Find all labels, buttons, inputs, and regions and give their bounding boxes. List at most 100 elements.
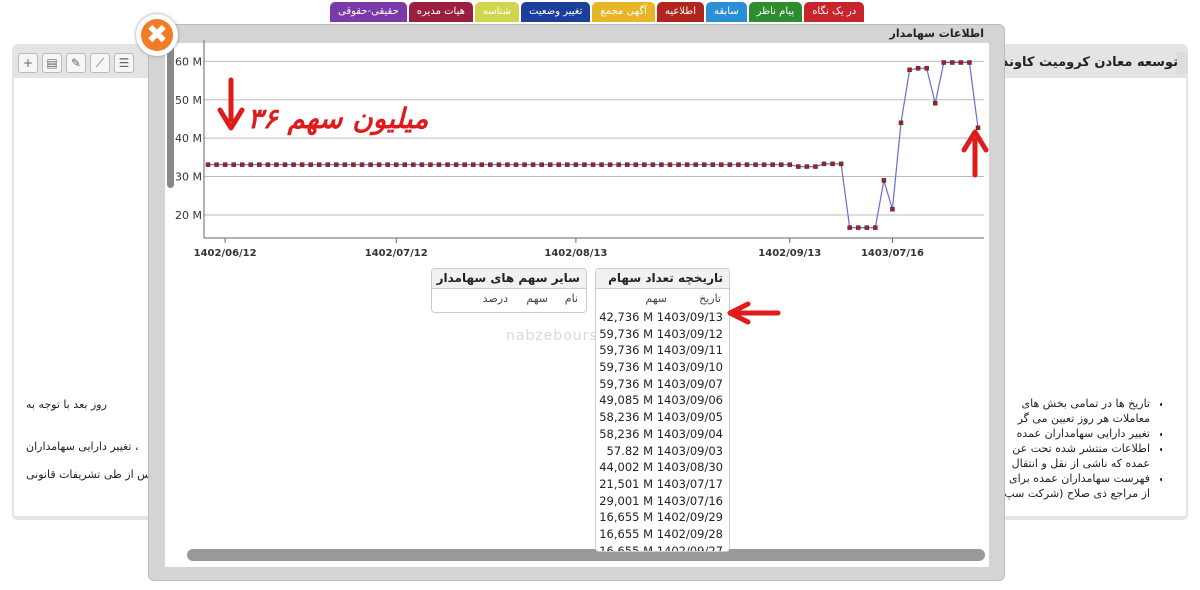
document-icon[interactable]: ▤	[42, 53, 62, 73]
data-point	[402, 162, 408, 167]
note-item: تغییر دارایی سهامداران عمده	[982, 426, 1150, 441]
data-point	[744, 162, 750, 167]
data-point	[582, 162, 587, 167]
horizontal-scrollbar[interactable]	[187, 549, 985, 561]
row-shares: 59,736 M	[599, 343, 654, 358]
data-point	[941, 60, 947, 65]
row-shares: 58,236 M	[599, 426, 654, 441]
screen: { "tabs": [ {"label": "در یک نگاه", "col…	[0, 0, 1200, 590]
tab-0[interactable]: در یک نگاه	[804, 2, 865, 22]
chart-icon[interactable]: ⟋	[90, 53, 110, 73]
row-date: 1403/09/12	[653, 326, 723, 341]
modal-title: اطلاعات سهامدار	[889, 27, 985, 40]
y-tick-label: 20 M	[175, 209, 202, 222]
data-point	[624, 162, 630, 167]
data-point	[274, 162, 279, 167]
data-point	[428, 162, 433, 167]
tab-3[interactable]: اطلاعیه	[656, 2, 705, 22]
data-point	[470, 162, 476, 167]
other-shares-table: سایر سهم های سهامدار عمده نام سهم درصد	[431, 268, 587, 313]
row-shares: 29,001 M	[599, 493, 654, 508]
note-item: فهرست سهامداران عمده برای	[982, 471, 1150, 486]
data-point	[231, 162, 236, 167]
data-point	[676, 162, 681, 167]
data-point	[907, 67, 912, 73]
left-note-3: س از طی تشریفات قانونی	[26, 468, 151, 481]
row-shares: 49,085 M	[599, 393, 654, 408]
data-point	[393, 162, 399, 167]
tab-5[interactable]: تغییر وضعیت	[521, 2, 591, 22]
row-shares: 44,002 M	[599, 460, 654, 475]
edit-icon[interactable]: ✎	[66, 53, 86, 73]
data-point	[787, 162, 793, 167]
data-point	[736, 162, 741, 167]
row-date: 1402/09/28	[653, 526, 723, 541]
col-shares: سهم	[645, 292, 667, 305]
row-shares: 21,501 M	[599, 476, 654, 491]
row-shares: 16,655 M	[599, 526, 654, 541]
y-tick-label: 40 M	[175, 132, 202, 145]
data-point	[873, 225, 878, 230]
data-point	[385, 162, 390, 167]
data-point	[539, 162, 544, 167]
table-row: 59,736 M 1403/09/07	[596, 376, 729, 393]
x-tick-label: 1403/07/16	[861, 248, 924, 259]
data-point	[821, 161, 827, 167]
tab-4[interactable]: آگهی مجمع	[592, 2, 655, 22]
data-point	[778, 162, 784, 167]
row-shares: 57.82 M	[606, 443, 654, 458]
other-table-header: نام سهم درصد	[432, 289, 586, 309]
data-point	[684, 162, 690, 167]
data-point	[376, 162, 382, 167]
data-point	[727, 162, 733, 167]
add-icon[interactable]: +	[18, 53, 38, 73]
data-point	[214, 162, 219, 167]
close-icon[interactable]: ✖	[141, 19, 173, 51]
data-point	[445, 162, 450, 167]
data-point	[308, 162, 313, 167]
table-row: 44,002 M 1403/08/30	[596, 459, 729, 476]
background-toolbar: + ▤ ✎ ⟋ ☰	[18, 53, 134, 73]
watermark: nabzebourse	[506, 328, 608, 344]
row-shares: 59,736 M	[599, 376, 654, 391]
col-percent: درصد	[482, 292, 508, 305]
tab-1[interactable]: پیام ناظر	[748, 2, 803, 22]
data-point	[411, 162, 416, 167]
data-point	[607, 162, 613, 167]
row-date: 1403/09/10	[653, 360, 723, 375]
data-point	[291, 162, 296, 167]
list-icon[interactable]: ☰	[114, 53, 134, 73]
tab-7[interactable]: هیات مدیره	[408, 2, 473, 22]
tab-8[interactable]: حقیقی-حقوقی	[330, 2, 407, 22]
data-point	[222, 162, 228, 167]
data-point	[257, 162, 262, 167]
note-item: از مراجع ذی صلاح (شرکت سپ	[1004, 487, 1150, 500]
history-table-header: تاریخ سهم	[596, 289, 729, 309]
row-date: 1403/09/05	[653, 410, 723, 425]
data-point	[633, 162, 639, 167]
data-point	[239, 162, 245, 167]
history-rows: 42,736 M 1403/09/13 59,736 M 1403/09/12 59…	[596, 309, 729, 551]
data-point	[847, 225, 852, 230]
data-point	[890, 206, 895, 212]
data-point	[967, 60, 972, 65]
close-button[interactable]: ✖	[136, 14, 178, 56]
tab-6[interactable]: شناسه	[474, 2, 520, 22]
row-date: 1403/09/03	[653, 443, 723, 458]
data-point	[813, 164, 818, 169]
data-point	[547, 162, 553, 167]
data-point	[334, 162, 339, 167]
data-point	[248, 162, 254, 167]
left-note-2: ، تغییر دارایی سهامداران	[26, 440, 139, 453]
x-tick-label: 1402/06/12	[194, 248, 257, 259]
data-point	[924, 66, 929, 71]
series-line	[208, 61, 979, 229]
note-item: اطلاعات منتشر شده تحت عن	[982, 441, 1150, 456]
row-date: 1403/09/07	[653, 376, 723, 391]
data-point	[932, 100, 938, 106]
data-point	[915, 66, 921, 71]
tab-2[interactable]: سابقه	[706, 2, 747, 22]
table-row: 16,655 M 1402/09/28	[596, 526, 729, 543]
data-point	[950, 60, 955, 65]
data-point	[453, 162, 459, 167]
